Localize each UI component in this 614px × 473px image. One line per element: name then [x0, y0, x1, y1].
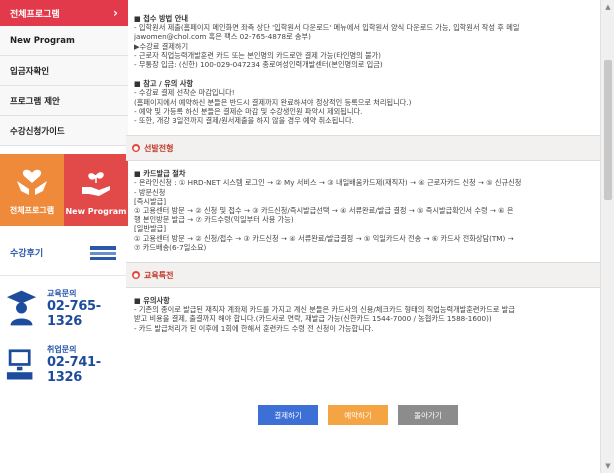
text-line: 행 본인방문 발급 → ⑦ 카드수령(익일부터 사용 가능)	[134, 215, 294, 225]
back-button[interactable]: 돌아가기	[398, 405, 458, 425]
tile-all-programs[interactable]: 전체프로그램	[0, 154, 64, 226]
text-line: ▶수강료 결제하기	[134, 41, 189, 51]
block-card-procedure: ■ 카드발급 절차 - 온라인신청 : ① HRD-NET 시스템 로그인 → …	[132, 169, 600, 252]
text-line: 받고 비용을 결제, 출결까지 해야 합니다.(카드사로 연락, 재발급 가능(…	[134, 314, 492, 324]
text-line: - 근로자 직업능력개발훈련 카드 또는 본인명의 카드로만 결제 가능(타인명…	[134, 50, 381, 60]
text-line: ① 고용센터 방문 → ② 신청 및 접수 → ③ 카드신청/즉시발급선택 → …	[134, 206, 514, 216]
text-line: - 예약 및 가등록 하신 분들은 결제순 마감 및 수강생인원 파악시 제외됩…	[134, 106, 363, 116]
text-line: - 기존의 종이로 발급된 재직자 계좌제 카드를 가지고 계신 분들은 카드사…	[134, 305, 515, 315]
vertical-scrollbar[interactable]: ▲ ▼	[600, 0, 614, 473]
scroll-down-icon[interactable]: ▼	[601, 459, 614, 473]
course-review[interactable]: 수강후기	[0, 230, 128, 276]
text-line: ■ 카드발급 절차	[134, 169, 186, 179]
action-buttons: 결제하기 예약하기 돌아가기	[258, 405, 458, 425]
block-application-info: ■ 접수 방법 안내 - 입학원서 제출(홈페이지 메인화면 좌측 상단 '입학…	[132, 0, 600, 69]
contact-education-label: 교육문의	[46, 288, 77, 298]
sidebar-item-new-program[interactable]: New Program	[0, 26, 128, 56]
text-line: jawomen@chol.com 혹은 팩스 02-765-4878로 송부)	[134, 32, 311, 42]
program-tiles: 전체프로그램 New Program	[0, 154, 128, 226]
tile-new-program[interactable]: New Program	[64, 154, 128, 226]
text-line: - 수강료 결제 선착순 마감입니다!	[134, 88, 235, 98]
text-line: - 무통장 입금: (신한) 100-029-047234 종로여성인력개발센터…	[134, 60, 383, 70]
text-line: (홈페이지에서 예약하신 분들은 반드시 결제까지 완료하셔야 정상적인 등록으…	[134, 97, 412, 107]
scroll-up-icon[interactable]: ▲	[601, 0, 614, 14]
text-line: ⑦ 카드배송(6-7일소요)	[134, 242, 207, 252]
hands-heart-icon	[17, 169, 47, 195]
reserve-button[interactable]: 예약하기	[328, 405, 388, 425]
contact-education: 교육문의 02-765-1326	[0, 280, 128, 336]
scrollbar-thumb[interactable]	[604, 60, 612, 200]
text-line: - 입학원서 제출(홈페이지 메인화면 좌측 상단 '입학원서 다운로드' 메뉴…	[134, 23, 520, 33]
block-notes: ■ 참고 / 유의 사항 - 수강료 결제 선착순 마감입니다! (홈페이지에서…	[132, 69, 600, 125]
sidebar-active-label: 전체프로그램	[10, 9, 60, 20]
sidebar: 전체프로그램 › New Program 입금자확인 프로그램 제안 수강신청가…	[0, 0, 128, 473]
contact-employment-label: 취업문의	[46, 344, 77, 354]
text-line: ① 고용센터 방문 → ② 신청/접수 → ③ 카드신청 → ④ 서류완료/발급…	[134, 233, 514, 243]
section-benefits: ● 교육특전	[126, 262, 606, 289]
text-line: ■ 참고 / 유의 사항	[134, 79, 194, 89]
sidebar-item-program-suggest[interactable]: 프로그램 제안	[0, 86, 128, 116]
text-line: [즉시발급]	[134, 196, 167, 206]
course-review-label: 수강후기	[10, 249, 44, 259]
graduate-icon	[6, 290, 37, 326]
keyboard-icon	[90, 245, 116, 260]
tile-new-program-label: New Program	[65, 207, 127, 216]
text-line: ■ 유의사항	[134, 296, 170, 306]
section-bullet-icon: ●	[132, 144, 140, 153]
contact-education-number: 02-765-1326	[46, 298, 101, 329]
main-content: ■ 접수 방법 안내 - 입학원서 제출(홈페이지 메인화면 좌측 상단 '입학…	[126, 0, 606, 473]
text-line: - 카드 발급처리가 된 이후에 1회에 한해서 훈련카드 수령 전 신청이 가…	[134, 323, 374, 333]
chevron-right-icon: ›	[113, 6, 118, 20]
text-line: - 또한, 개강 3일전까지 결제/원서제출을 하지 않을 경우 예약 취소됩니…	[134, 116, 354, 126]
text-line: [일반발급]	[134, 224, 167, 234]
section-benefits-title: 교육특전	[144, 270, 174, 280]
sidebar-item-all-programs[interactable]: 전체프로그램 ›	[0, 0, 128, 26]
pay-button[interactable]: 결제하기	[258, 405, 318, 425]
section-selection-title: 선발전형	[144, 143, 174, 153]
block-cautions: ■ 유의사항 - 기존의 종이로 발급된 재직자 계좌제 카드를 가지고 계신 …	[132, 296, 600, 333]
text-line: - 방문신청	[134, 187, 166, 197]
contact-employment: 취업문의 02-741-1326	[0, 336, 128, 392]
section-selection: ● 선발전형	[126, 135, 606, 162]
contact-employment-number: 02-741-1326	[46, 354, 101, 385]
text-line: ■ 접수 방법 안내	[134, 14, 188, 23]
computer-icon	[6, 349, 33, 380]
sidebar-item-deposit-check[interactable]: 입금자확인	[0, 56, 128, 86]
tile-all-programs-label: 전체프로그램	[9, 206, 55, 215]
sidebar-item-enroll-guide[interactable]: 수강신청가이드	[0, 116, 128, 146]
text-line: - 온라인신청 : ① HRD-NET 시스템 로그인 → ② My 서비스 →…	[134, 178, 522, 188]
hand-sprout-icon	[82, 172, 110, 196]
section-bullet-icon: ●	[132, 271, 140, 280]
